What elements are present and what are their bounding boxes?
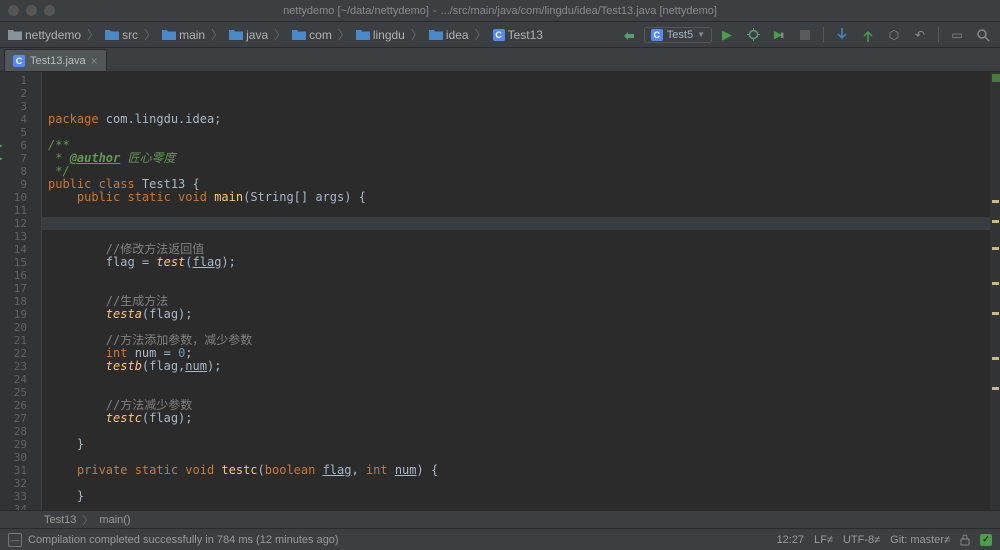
folder-icon [229, 29, 243, 40]
warning-mark[interactable] [992, 220, 999, 223]
code-line[interactable]: } [48, 438, 1000, 451]
code-line[interactable] [48, 373, 1000, 386]
breadcrumb-label: src [122, 28, 138, 42]
vcs-revert-button[interactable]: ↶ [909, 24, 931, 46]
folder-icon [162, 29, 176, 40]
warning-mark[interactable] [992, 200, 999, 203]
chevron-down-icon: ▼ [697, 30, 705, 39]
breadcrumb-label: lingdu [373, 28, 405, 42]
min-dot[interactable] [26, 5, 37, 16]
code-line[interactable]: * @author 匠心零度 [48, 152, 1000, 165]
file-encoding[interactable]: UTF-8≠ [843, 534, 880, 546]
current-line-highlight [42, 217, 1000, 230]
titlebar: nettydemo [~/data/nettydemo] - .../src/m… [0, 0, 1000, 22]
code-line[interactable]: public static void main(String[] args) { [48, 191, 1000, 204]
warning-mark[interactable] [992, 312, 999, 315]
run-button[interactable]: ▶ [716, 24, 738, 46]
error-stripe[interactable] [990, 72, 1000, 510]
crumb-class[interactable]: Test13 [44, 514, 76, 526]
code-line[interactable] [48, 503, 1000, 510]
breadcrumb-item[interactable]: nettydemo [6, 28, 83, 42]
code-line[interactable]: testa(flag); [48, 308, 1000, 321]
code-line[interactable]: testc(flag); [48, 412, 1000, 425]
run-gutter-icon[interactable]: ▶ [0, 152, 3, 165]
code-line[interactable] [48, 477, 1000, 490]
folder-icon [8, 29, 22, 40]
run-gutter-icon[interactable]: ▶ [0, 139, 3, 152]
editor[interactable]: 123456▶7▶8910111213141516171819202122232… [0, 72, 1000, 510]
class-icon: C [493, 29, 505, 41]
crumb-method[interactable]: main() [99, 514, 130, 526]
close-icon[interactable]: × [91, 54, 98, 68]
stop-button[interactable] [794, 24, 816, 46]
code-line[interactable] [48, 425, 1000, 438]
tab-label: Test13.java [30, 55, 86, 67]
breadcrumb-item[interactable]: idea [427, 28, 471, 42]
git-branch[interactable]: Git: master≠ [890, 534, 950, 546]
vcs-commit-button[interactable] [857, 24, 879, 46]
code-line[interactable]: private static void testc(boolean flag, … [48, 464, 1000, 477]
lock-icon[interactable] [960, 534, 970, 546]
code-line[interactable]: package com.lingdu.idea; [48, 113, 1000, 126]
breadcrumb[interactable]: nettydemo〉src〉main〉java〉com〉lingdu〉idea〉… [6, 26, 614, 43]
folder-icon [292, 29, 306, 40]
gutter[interactable]: 123456▶7▶8910111213141516171819202122232… [0, 72, 42, 510]
run-config-selector[interactable]: C Test5 ▼ [644, 27, 712, 43]
warning-mark[interactable] [992, 247, 999, 250]
breadcrumb-item[interactable]: lingdu [354, 28, 407, 42]
class-icon: C [13, 55, 25, 67]
navigation-bar: nettydemo〉src〉main〉java〉com〉lingdu〉idea〉… [0, 22, 1000, 48]
code-line[interactable]: /** [48, 139, 1000, 152]
warning-mark[interactable] [992, 282, 999, 285]
project-structure-button[interactable]: ▭ [946, 24, 968, 46]
breadcrumb-item[interactable]: CTest13 [491, 28, 545, 42]
breadcrumb-label: idea [446, 28, 469, 42]
warning-mark[interactable] [992, 357, 999, 360]
debug-button[interactable] [742, 24, 764, 46]
analysis-ok-icon [992, 74, 1000, 82]
title-left: nettydemo [~/data/nettydemo] [283, 5, 429, 17]
status-message: Compilation completed successfully in 78… [28, 534, 339, 546]
code-line[interactable] [48, 126, 1000, 139]
caret-position[interactable]: 12:27 [777, 534, 805, 546]
breadcrumb-label: java [246, 28, 268, 42]
code-line[interactable] [48, 269, 1000, 282]
run-config-label: Test5 [667, 29, 693, 41]
status-bar: — Compilation completed successfully in … [0, 528, 1000, 550]
breadcrumb-item[interactable]: java [227, 28, 270, 42]
vcs-update-button[interactable] [831, 24, 853, 46]
code-line[interactable]: flag = test(flag); [48, 256, 1000, 269]
warning-mark[interactable] [992, 387, 999, 390]
status-icon[interactable]: — [8, 533, 22, 547]
breadcrumb-item[interactable]: com [290, 28, 334, 42]
breadcrumb-label: nettydemo [25, 28, 81, 42]
code-line[interactable]: testb(flag,num); [48, 360, 1000, 373]
class-icon: C [651, 29, 663, 41]
line-separator[interactable]: LF≠ [814, 534, 833, 546]
build-button[interactable] [618, 24, 640, 46]
hector-icon[interactable]: ✓ [980, 534, 992, 546]
close-dot[interactable] [8, 5, 19, 16]
code-area[interactable]: package com.lingdu.idea; /** * @author 匠心… [42, 72, 1000, 510]
vcs-history-button[interactable]: ⬡ [883, 24, 905, 46]
tab-test13[interactable]: C Test13.java × [4, 49, 107, 71]
max-dot[interactable] [44, 5, 55, 16]
breadcrumb-label: com [309, 28, 332, 42]
folder-icon [429, 29, 443, 40]
folder-icon [356, 29, 370, 40]
title-right: .../src/main/java/com/lingdu/idea/Test13… [441, 5, 717, 17]
folder-icon [105, 29, 119, 40]
code-line[interactable] [48, 282, 1000, 295]
window-controls[interactable] [8, 5, 55, 16]
search-button[interactable] [972, 24, 994, 46]
coverage-button[interactable]: ▶▮ [768, 24, 790, 46]
breadcrumb-item[interactable]: main [160, 28, 207, 42]
breadcrumb-label: Test13 [508, 28, 543, 42]
breadcrumb-label: main [179, 28, 205, 42]
editor-breadcrumb[interactable]: Test13 〉 main() [0, 510, 1000, 528]
code-line[interactable]: } [48, 490, 1000, 503]
editor-tabs: C Test13.java × [0, 48, 1000, 72]
breadcrumb-item[interactable]: src [103, 28, 140, 42]
